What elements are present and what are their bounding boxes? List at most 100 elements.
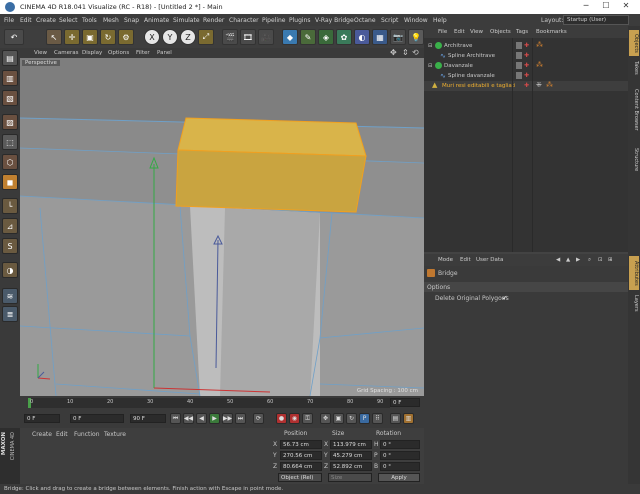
forward-arrow-icon[interactable]: ▶ — [576, 257, 580, 263]
polygons-mode-icon[interactable]: ◼ — [2, 174, 18, 190]
menu-edit[interactable]: Edit — [20, 17, 32, 24]
enable-check-icon[interactable]: ✚ — [524, 72, 529, 79]
texture-mode-icon[interactable]: ▧ — [2, 90, 18, 106]
tag-icon[interactable]: ⁂ — [536, 61, 543, 69]
layout-dropdown[interactable]: Startup (User) — [563, 15, 629, 25]
tab-structure[interactable]: Structure — [629, 142, 639, 178]
visibility-icon[interactable] — [516, 42, 522, 49]
world-coordinate-icon[interactable]: ⤢ — [198, 29, 214, 45]
menu-mesh[interactable]: Mesh — [103, 17, 119, 24]
menu-render[interactable]: Render — [203, 17, 224, 24]
scale-tool-icon[interactable]: ▣ — [82, 29, 98, 45]
menu-character[interactable]: Character — [229, 17, 259, 24]
live-selection-icon[interactable]: ↖ — [46, 29, 62, 45]
timeline-track[interactable] — [28, 398, 390, 408]
object-menu-objects[interactable]: Objects — [490, 29, 511, 35]
lintel-front-face[interactable] — [175, 149, 367, 213]
make-editable-icon[interactable]: ▤ — [2, 50, 18, 66]
material-menu-function[interactable]: Function — [74, 431, 100, 438]
lintel-top-face[interactable] — [177, 117, 367, 157]
previous-key-icon[interactable]: ◀◀ — [183, 413, 194, 424]
array-icon[interactable]: ✿ — [336, 29, 352, 45]
points-mode-icon[interactable]: ⬚ — [2, 134, 18, 150]
move-tool-icon[interactable]: ✛ — [64, 29, 80, 45]
phong-tag-icon[interactable]: ⁜ — [536, 81, 542, 89]
menu-pipeline[interactable]: Pipeline — [262, 17, 285, 24]
x-axis-lock-button[interactable]: X — [144, 29, 160, 45]
model-mode-icon[interactable]: ▥ — [2, 70, 18, 86]
undo-button[interactable]: ↶ — [4, 29, 24, 45]
menu-script[interactable]: Script — [381, 17, 398, 24]
enable-axis-icon[interactable]: └ — [2, 198, 18, 214]
size-x-field[interactable]: 113.979 cm — [330, 440, 372, 449]
coordinate-mode-dropdown[interactable]: Object (Rel) — [278, 473, 322, 482]
collapse-icon[interactable]: ⊟ — [428, 43, 432, 49]
object-row-muri-resi[interactable]: ▲ Muri resi editabili e tagliati ✚ ⁜ ⁂ — [424, 81, 628, 91]
visibility-icon[interactable] — [516, 52, 522, 59]
play-backwards-icon[interactable]: ◀ — [196, 413, 207, 424]
new-panel-icon[interactable]: ⊞ — [608, 257, 613, 263]
position-z-field[interactable]: 80.664 cm — [280, 462, 322, 471]
viewport-rotate-icon[interactable]: ⟲ — [412, 48, 419, 57]
menu-file[interactable]: File — [4, 17, 14, 24]
parameter-key-icon[interactable]: P — [359, 413, 370, 424]
enable-check-icon[interactable]: ✚ — [524, 82, 529, 89]
workplane-icon[interactable]: ◑ — [2, 262, 18, 278]
go-to-end-icon[interactable]: ⏭ — [235, 413, 246, 424]
next-key-icon[interactable]: ▶▶ — [222, 413, 233, 424]
menu-window[interactable]: Window — [404, 17, 428, 24]
y-axis-lock-button[interactable]: Y — [162, 29, 178, 45]
edges-mode-icon[interactable]: ⬡ — [2, 154, 18, 170]
object-menu-tags[interactable]: Tags — [516, 29, 528, 35]
object-row-spline-davanzale[interactable]: ∿ Spline davanzale ✚ — [424, 71, 628, 81]
material-menu-edit[interactable]: Edit — [56, 431, 68, 438]
menu-octane[interactable]: Octane — [354, 17, 376, 24]
spline-pen-icon[interactable]: ✎ — [300, 29, 316, 45]
attr-menu-user-data[interactable]: User Data — [476, 257, 503, 263]
render-settings-icon[interactable]: 🎥 — [258, 29, 274, 45]
search-icon[interactable]: ⌕ — [588, 257, 591, 264]
object-menu-file[interactable]: File — [438, 29, 447, 35]
menu-select[interactable]: Select — [59, 17, 78, 24]
position-y-field[interactable]: 270.56 cm — [280, 451, 322, 460]
menu-snap[interactable]: Snap — [124, 17, 139, 24]
end-frame-field[interactable]: 90 F — [130, 414, 166, 423]
position-x-field[interactable]: 56.73 cm — [280, 440, 322, 449]
back-arrow-icon[interactable]: ◀ — [556, 257, 560, 263]
menu-plugins[interactable]: Plugins — [289, 17, 311, 24]
tab-layers[interactable]: Layers — [629, 292, 639, 314]
play-forwards-icon[interactable]: ▶ — [209, 413, 220, 424]
viewport-menu-display[interactable]: Display — [82, 50, 102, 56]
tab-takes[interactable]: Takes — [629, 58, 639, 78]
menu-simulate[interactable]: Simulate — [173, 17, 200, 24]
viewport-zoom-icon[interactable]: ⇕ — [402, 48, 409, 57]
rotation-h-field[interactable]: 0 ° — [380, 440, 420, 449]
viewport-menu-cameras[interactable]: Cameras — [54, 50, 78, 56]
camera-icon[interactable]: 📷 — [390, 29, 406, 45]
menu-tools[interactable]: Tools — [82, 17, 97, 24]
tag-icon[interactable]: ⁂ — [536, 41, 543, 49]
object-row-davanzale[interactable]: ⊟ Davanzale ✚ ⁂ — [424, 61, 628, 71]
maximize-button[interactable]: ☐ — [598, 1, 614, 13]
deformer-icon[interactable]: ◐ — [354, 29, 370, 45]
recent-tools-icon[interactable]: ⚙ — [118, 29, 134, 45]
loop-icon[interactable]: ⟳ — [253, 413, 264, 424]
menu-animate[interactable]: Animate — [144, 17, 169, 24]
size-mode-dropdown[interactable]: Size — [328, 473, 372, 482]
rotate-tool-icon[interactable]: ↻ — [100, 29, 116, 45]
object-menu-bookmarks[interactable]: Bookmarks — [536, 29, 567, 35]
object-row-spline-architrave[interactable]: ∿ Spline Architrave ✚ — [424, 51, 628, 61]
snap-icon[interactable]: S — [2, 238, 18, 254]
object-row-architrave[interactable]: ⊟ Architrave ✚ ⁂ — [424, 41, 628, 51]
tab-attributes[interactable]: Attributes — [629, 256, 639, 290]
tab-content-browser[interactable]: Content Browser — [629, 80, 639, 140]
point-level-animation-icon[interactable]: ⠿ — [372, 413, 383, 424]
size-z-field[interactable]: 52.892 cm — [330, 462, 372, 471]
up-arrow-icon[interactable]: ▲ — [566, 257, 570, 263]
lock-icon[interactable]: ⊡ — [598, 257, 603, 263]
collapse-icon[interactable]: ⊟ — [428, 63, 432, 69]
material-menu-create[interactable]: Create — [32, 431, 52, 438]
object-menu-edit[interactable]: Edit — [454, 29, 465, 35]
object-menu-view[interactable]: View — [470, 29, 483, 35]
tag-icon[interactable]: ⁂ — [546, 81, 553, 89]
